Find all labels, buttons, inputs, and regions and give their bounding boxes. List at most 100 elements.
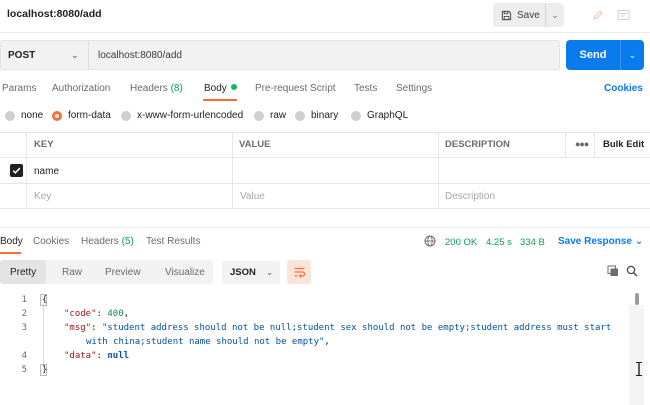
view-tab-visualize[interactable]: Visualize <box>165 260 205 284</box>
request-title[interactable]: localhost:8080/add <box>7 8 102 20</box>
radio-label: form-data <box>68 110 111 121</box>
response-size[interactable]: 334 B <box>520 237 545 248</box>
json-string: "student address should not be null;stud… <box>101 323 612 333</box>
body-modified-indicator <box>230 84 237 90</box>
copy-icon[interactable] <box>607 265 619 277</box>
status-code[interactable]: 200 OK <box>445 237 477 248</box>
save-options-chevron-down-icon[interactable]: ⌄ <box>546 3 564 27</box>
view-tab-preview[interactable]: Preview <box>105 260 141 284</box>
tab-tests[interactable]: Tests <box>354 83 377 94</box>
response-time[interactable]: 4.25 s <box>486 237 512 248</box>
save-response-label: Save Response <box>558 236 632 247</box>
save-icon <box>501 10 512 20</box>
bulk-edit-button[interactable]: Bulk Edit <box>603 139 644 150</box>
line-number: 2 <box>21 309 27 319</box>
column-divider <box>232 132 233 209</box>
json-null: null <box>107 351 130 361</box>
url-input[interactable]: localhost:8080/add <box>88 40 560 70</box>
column-header-description: DESCRIPTION <box>445 139 510 150</box>
response-tab-cookies[interactable]: Cookies <box>33 236 69 247</box>
table-border <box>0 208 650 209</box>
param-key-cell[interactable]: name <box>34 166 59 177</box>
scrollbar-thumb[interactable] <box>635 293 639 305</box>
method-label: POST <box>8 49 36 61</box>
description-input[interactable]: Description <box>445 191 495 202</box>
tab-headers[interactable]: Headers (8) <box>130 83 183 94</box>
radio-raw[interactable]: raw <box>254 110 286 121</box>
code-close-brace[interactable]: } <box>42 365 47 375</box>
documentation-button[interactable] <box>612 4 634 26</box>
more-icon[interactable]: ●●● <box>575 139 589 149</box>
scrollbar-track[interactable] <box>629 305 644 405</box>
radio-none[interactable]: none <box>5 110 43 121</box>
tab-pre-request-script[interactable]: Pre-request Script <box>255 83 336 94</box>
column-divider <box>594 132 595 158</box>
value-input[interactable]: Value <box>240 191 265 202</box>
code-line[interactable]: "msg": "student address should not be nu… <box>64 323 611 333</box>
line-number: 5 <box>21 365 27 375</box>
code-line[interactable]: "data": null <box>64 351 129 361</box>
radio-graphql[interactable]: GraphQL <box>351 110 408 121</box>
code-line[interactable]: "code": 400, <box>64 309 129 319</box>
format-select[interactable]: JSON ⌄ <box>222 261 280 284</box>
tab-authorization[interactable]: Authorization <box>52 83 110 94</box>
json-key: "msg" <box>64 323 92 333</box>
column-divider <box>438 132 439 209</box>
save-button[interactable]: Save <box>493 3 545 27</box>
send-button[interactable]: Send <box>566 49 620 61</box>
edit-button[interactable] <box>587 4 609 26</box>
column-divider <box>26 132 27 209</box>
document-icon <box>617 10 629 20</box>
response-divider[interactable] <box>0 227 650 228</box>
radio-circle <box>5 110 15 121</box>
line-number: 4 <box>21 351 27 361</box>
view-tab-raw[interactable]: Raw <box>62 260 82 284</box>
url-text: localhost:8080/add <box>98 49 182 61</box>
table-border <box>0 183 650 184</box>
line-number: 3 <box>21 323 27 333</box>
save-label: Save <box>517 9 540 21</box>
tab-settings[interactable]: Settings <box>396 83 432 94</box>
tab-params[interactable]: Params <box>2 83 36 94</box>
save-response-button[interactable]: Save Response ⌄ <box>558 236 643 247</box>
radio-circle <box>121 110 131 121</box>
row-checkbox[interactable] <box>10 164 23 177</box>
send-options-chevron-down-icon[interactable]: ⌄ <box>621 50 644 61</box>
response-tab-headers-count: (5) <box>121 236 134 247</box>
response-tab-headers-label: Headers <box>81 236 119 247</box>
indent-guide <box>43 303 44 368</box>
tab-body-label: Body <box>204 83 227 94</box>
key-input[interactable]: Key <box>34 191 51 202</box>
method-select[interactable]: POST ⌄ <box>0 40 88 70</box>
format-label: JSON <box>230 267 256 278</box>
radio-x-www-form-urlencoded[interactable]: x-www-form-urlencoded <box>121 110 243 121</box>
line-number: 1 <box>21 295 27 305</box>
code-open-brace[interactable]: { <box>42 295 47 305</box>
radio-circle <box>351 110 361 121</box>
json-key: "data" <box>64 351 97 361</box>
radio-circle <box>295 110 305 121</box>
radio-label: raw <box>270 110 287 121</box>
radio-label: binary <box>311 110 339 121</box>
text-cursor-icon <box>636 362 642 376</box>
chevron-down-icon: ⌄ <box>71 50 79 60</box>
json-key: "code" <box>64 309 97 319</box>
radio-binary[interactable]: binary <box>295 110 338 121</box>
radio-form-data[interactable]: form-data <box>52 110 111 121</box>
json-number: 400 <box>107 309 124 319</box>
wrap-lines-button[interactable] <box>287 260 311 284</box>
globe-icon[interactable] <box>424 235 436 247</box>
column-header-value: VALUE <box>239 139 271 150</box>
active-tab-indicator <box>0 252 21 254</box>
search-icon[interactable] <box>626 265 638 277</box>
response-tab-headers[interactable]: Headers (5) <box>81 236 134 247</box>
code-line-wrapped[interactable]: with china;student name should not be em… <box>86 337 330 347</box>
divider <box>0 32 650 33</box>
tab-headers-label: Headers <box>130 83 168 94</box>
tab-body[interactable]: Body <box>204 83 237 94</box>
response-tab-body[interactable]: Body <box>0 236 23 247</box>
view-tab-pretty[interactable]: Pretty <box>0 260 47 284</box>
wrap-lines-icon <box>294 267 305 278</box>
cookies-link[interactable]: Cookies <box>604 83 643 94</box>
response-tab-test-results[interactable]: Test Results <box>146 236 200 247</box>
